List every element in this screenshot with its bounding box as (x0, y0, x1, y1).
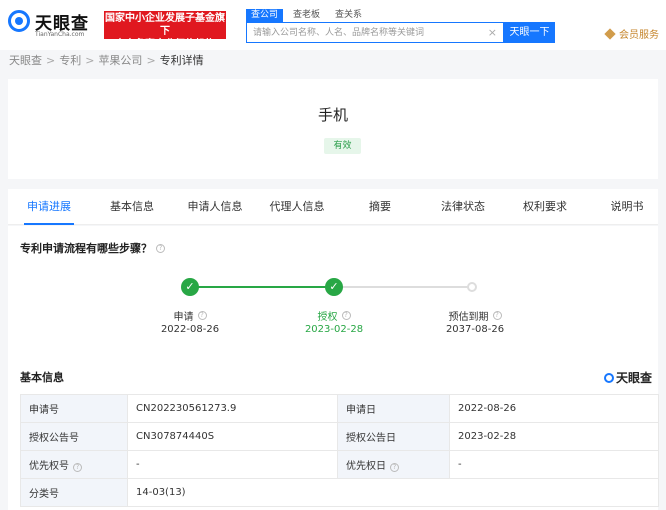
detail-tabs: 申请进展 基本信息 申请人信息 代理人信息 摘要 法律状态 权利要求 说明书 (8, 189, 658, 225)
application-number-value: CN202230561273.9 (127, 394, 338, 423)
logo-eye-icon (8, 10, 30, 32)
breadcrumb-current: 专利详情 (159, 54, 204, 67)
step-expiry-dot-icon (467, 282, 477, 292)
tab-progress[interactable]: 申请进展 (24, 189, 74, 225)
help-icon[interactable]: ? (492, 311, 502, 320)
official-banner[interactable]: 国家中小企业发展子基金旗下 官方备案企业征信机构 (104, 11, 226, 50)
step-apply-label: 申请 ? (145, 308, 235, 323)
step-grant-check-icon: ✓ (325, 278, 343, 296)
search-box: × (246, 22, 504, 43)
help-icon[interactable]: ? (197, 311, 207, 320)
tab-legal-status[interactable]: 法律状态 (437, 189, 489, 224)
step-expiry-label-text: 预估到期 (448, 312, 489, 323)
help-icon[interactable]: ? (156, 243, 165, 253)
application-number-label: 申请号 (20, 394, 128, 423)
patent-title-card: 手机 有效 (8, 79, 658, 179)
tab-applicant[interactable]: 申请人信息 (184, 189, 246, 224)
application-date-label: 申请日 (337, 394, 450, 423)
search-tab-company[interactable]: 查公司 (246, 9, 284, 22)
priority-number-label-text: 优先权号 (29, 461, 69, 472)
step-grant-date: 2023-02-28 (304, 324, 364, 335)
breadcrumb-separator-icon: > (85, 53, 95, 67)
table-row: 申请号 CN202230561273.9 申请日 2022-08-26 (20, 394, 659, 423)
help-icon[interactable]: ? (341, 311, 351, 320)
priority-number-value: - (127, 450, 338, 479)
grant-date-value: 2023-02-28 (449, 422, 659, 451)
logo-eye-icon (604, 372, 614, 383)
breadcrumb-separator-icon: > (146, 53, 156, 67)
search-tab-boss[interactable]: 查老板 (288, 9, 325, 22)
tianyancha-watermark: 天眼查 (604, 369, 652, 386)
search-button[interactable]: 天眼一下 (504, 22, 555, 43)
table-row: 优先权号? - 优先权日? - (20, 450, 659, 479)
search-tab-relation[interactable]: 查关系 (330, 9, 367, 22)
tab-claims[interactable]: 权利要求 (519, 189, 571, 224)
breadcrumb: 天眼查 > 专利 > 苹果公司 > 专利详情 (9, 52, 204, 68)
tab-agent[interactable]: 代理人信息 (266, 189, 328, 224)
search-tabs: 查公司 查老板 查关系 (246, 9, 372, 22)
progress-line-pending (334, 286, 472, 288)
tab-abstract[interactable]: 摘要 (365, 189, 395, 224)
breadcrumb-separator-icon: > (46, 53, 56, 67)
classification-label: 分类号 (20, 478, 128, 507)
step-expiry-date: 2037-08-26 (445, 324, 505, 335)
logo-subtext: TianYanCha.com (35, 31, 85, 38)
grant-number-value: CN307874440S (127, 422, 338, 451)
grant-number-label: 授权公告号 (20, 422, 128, 451)
step-grant-label-text: 授权 (317, 312, 338, 323)
classification-value: 14-03(13) (127, 478, 659, 507)
status-badge: 有效 (324, 138, 361, 154)
priority-date-value: - (449, 450, 659, 479)
watermark-text: 天眼查 (616, 371, 653, 385)
step-expiry-label: 预估到期 ? (430, 308, 520, 323)
table-row: 授权公告号 CN307874440S 授权公告日 2023-02-28 (20, 422, 659, 451)
crown-icon (604, 27, 616, 40)
breadcrumb-patent[interactable]: 专利 (59, 52, 81, 68)
grant-date-label: 授权公告日 (337, 422, 450, 451)
progress-section: 专利申请流程有哪些步骤？ ? ✓ ✓ 申请 ? 2022-08-26 授权 ? … (8, 226, 659, 510)
process-question-text: 专利申请流程有哪些步骤？ (20, 242, 152, 255)
priority-date-label-text: 优先权日 (346, 461, 386, 472)
step-apply-check-icon: ✓ (181, 278, 199, 296)
tianyancha-logo[interactable]: 天眼查 TianYanCha.com (8, 8, 98, 40)
clear-icon[interactable]: × (488, 26, 497, 39)
breadcrumb-home[interactable]: 天眼查 (9, 52, 42, 68)
basic-info-heading: 基本信息 (20, 371, 64, 384)
banner-line-1: 国家中小企业发展子基金旗下 (105, 13, 225, 37)
application-date-value: 2022-08-26 (449, 394, 659, 423)
search-input[interactable] (253, 23, 483, 42)
priority-number-label: 优先权号? (20, 450, 128, 479)
banner-line-2: 官方备案企业征信机构 (115, 39, 215, 50)
help-icon[interactable]: ? (73, 463, 82, 472)
vip-label: 会员服务 (619, 30, 659, 41)
step-grant-label: 授权 ? (289, 308, 379, 323)
tab-basic-info[interactable]: 基本信息 (106, 189, 158, 224)
process-question: 专利申请流程有哪些步骤？ ? (20, 240, 165, 256)
top-header: 天眼查 TianYanCha.com 国家中小企业发展子基金旗下 官方备案企业征… (0, 0, 666, 50)
patent-title: 手机 (317, 106, 348, 124)
progress-line-done (190, 286, 334, 288)
breadcrumb-company[interactable]: 苹果公司 (98, 52, 142, 68)
vip-link[interactable]: 会员服务 (604, 26, 659, 41)
help-icon[interactable]: ? (390, 463, 399, 472)
basic-info-table: 申请号 CN202230561273.9 申请日 2022-08-26 授权公告… (20, 394, 659, 507)
step-apply-date: 2022-08-26 (160, 324, 220, 335)
priority-date-label: 优先权日? (337, 450, 450, 479)
step-apply-label-text: 申请 (173, 312, 194, 323)
table-row: 分类号 14-03(13) (20, 478, 659, 507)
tab-description[interactable]: 说明书 (606, 189, 648, 224)
